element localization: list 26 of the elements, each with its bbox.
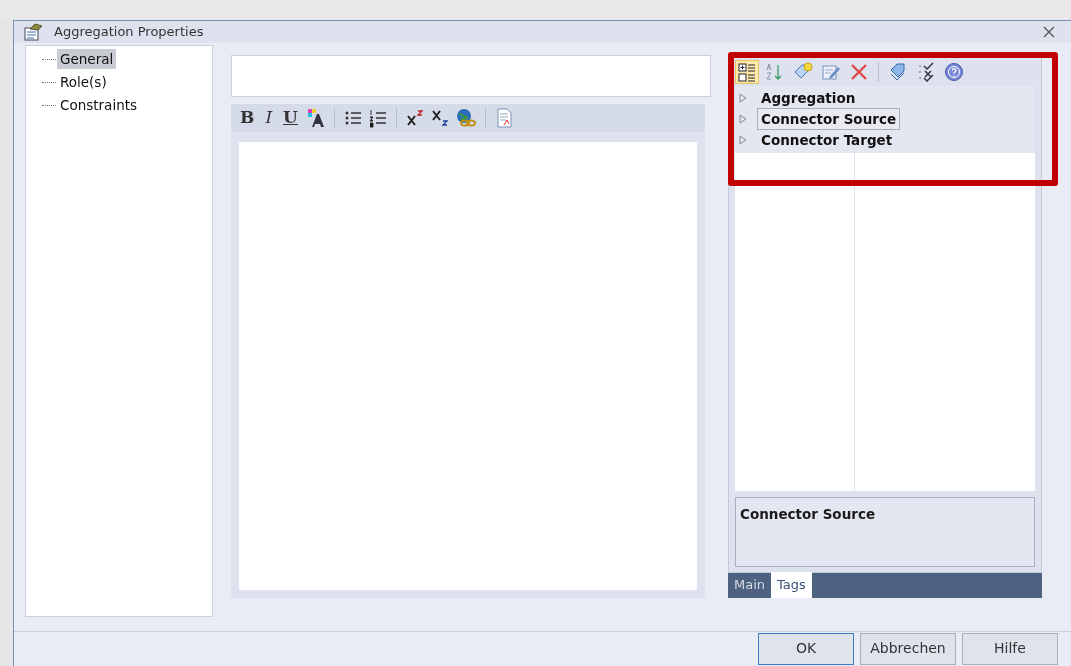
property-group[interactable]: Connector Target <box>757 129 897 152</box>
tree-item[interactable]: Constraints <box>57 95 141 116</box>
expand-arrow-icon[interactable] <box>739 114 747 125</box>
superscript-icon[interactable] <box>404 107 425 128</box>
dialog-button[interactable]: Abbrechen <box>860 632 956 665</box>
properties-icon <box>24 21 44 42</box>
name-field[interactable] <box>231 54 711 97</box>
dialog-button[interactable]: OK <box>758 632 854 665</box>
italic-button[interactable]: I <box>262 109 276 127</box>
expand-arrow-icon[interactable] <box>739 93 747 104</box>
tree-item[interactable]: General <box>57 49 117 70</box>
description-text: Connector Source <box>735 496 1035 567</box>
tab[interactable]: Main <box>728 572 772 598</box>
tree-item[interactable]: Role(s) <box>57 72 110 93</box>
dialog-button[interactable]: Hilfe <box>962 632 1058 665</box>
bold-button[interactable]: B <box>237 109 258 127</box>
property-group[interactable]: Aggregation <box>757 87 860 110</box>
hyperlink-icon[interactable] <box>454 106 477 129</box>
tab[interactable]: Tags <box>771 572 812 598</box>
window-title: Aggregation Properties <box>54 23 204 42</box>
property-group[interactable]: Connector Source <box>757 108 901 131</box>
expand-arrow-icon[interactable] <box>739 135 747 146</box>
underline-button[interactable]: U <box>280 109 301 127</box>
font-color-icon[interactable] <box>305 107 326 128</box>
categorized-view-button[interactable] <box>735 59 759 84</box>
numbered-list-icon[interactable] <box>367 107 388 128</box>
